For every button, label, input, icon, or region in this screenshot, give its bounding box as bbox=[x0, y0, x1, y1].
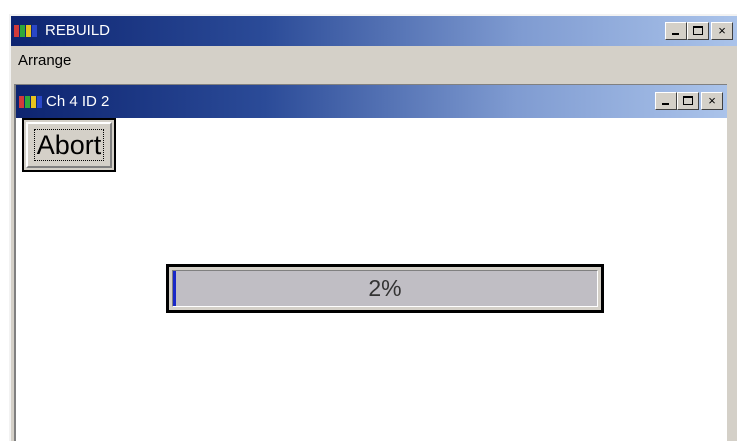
minimize-button[interactable] bbox=[665, 22, 687, 40]
abort-button[interactable]: Abort bbox=[22, 118, 116, 172]
minimize-icon bbox=[672, 33, 679, 35]
child-window-title: Ch 4 ID 2 bbox=[46, 93, 110, 110]
abort-button-face[interactable]: Abort bbox=[26, 122, 112, 168]
minimize-icon bbox=[662, 103, 669, 105]
child-window-controls: × bbox=[655, 92, 723, 110]
app-icon[interactable] bbox=[19, 95, 45, 109]
progress-bar: 2% bbox=[166, 264, 604, 313]
child-window: Ch 4 ID 2 × bbox=[14, 84, 727, 441]
menu-bar: Arrange bbox=[11, 46, 737, 76]
rebuild-titlebar[interactable]: REBUILD × bbox=[11, 16, 737, 46]
child-titlebar[interactable]: Ch 4 ID 2 × bbox=[16, 85, 727, 118]
progress-label: 2% bbox=[368, 275, 402, 301]
window-title: REBUILD bbox=[45, 22, 111, 39]
child-maximize-button[interactable] bbox=[677, 92, 699, 110]
close-button[interactable]: × bbox=[711, 22, 733, 40]
maximize-icon bbox=[683, 96, 693, 105]
maximize-icon bbox=[693, 26, 703, 35]
app-icon[interactable] bbox=[14, 24, 40, 38]
abort-button-label: Abort bbox=[33, 129, 105, 161]
window-controls: × bbox=[665, 22, 733, 40]
menu-item-arrange[interactable]: Arrange bbox=[18, 46, 71, 76]
maximize-button[interactable] bbox=[687, 22, 709, 40]
child-close-button[interactable]: × bbox=[701, 92, 723, 110]
close-icon: × bbox=[708, 93, 716, 108]
child-minimize-button[interactable] bbox=[655, 92, 677, 110]
close-icon: × bbox=[718, 23, 726, 38]
progress-track: 2% bbox=[172, 270, 598, 307]
